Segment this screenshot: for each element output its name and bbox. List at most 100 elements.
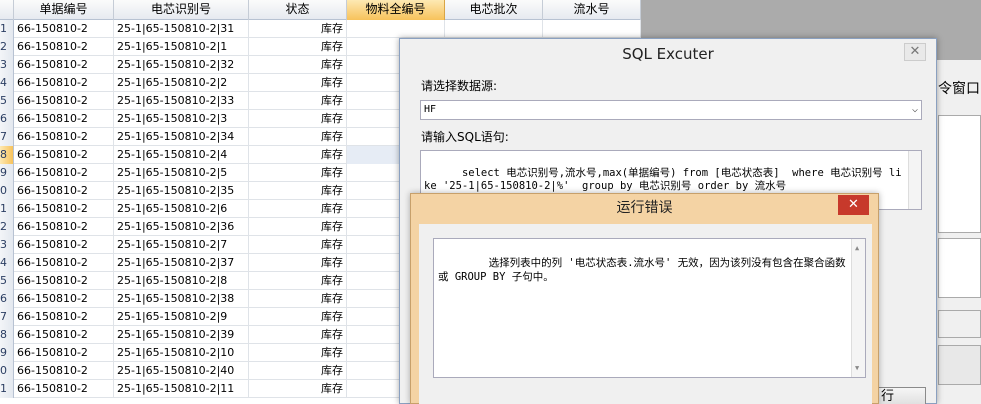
cell-cell-id[interactable]: 25-1|65-150810-2|9 [114,308,249,326]
cell-status[interactable]: 库存 [249,74,347,92]
cell-status[interactable]: 库存 [249,110,347,128]
cell-status[interactable]: 库存 [249,380,347,398]
datasource-select[interactable]: HF ⌵ [420,100,922,120]
cell-cell-id[interactable]: 25-1|65-150810-2|34 [114,128,249,146]
cell-status[interactable]: 库存 [249,38,347,56]
cell-cell-id[interactable]: 25-1|65-150810-2|3 [114,110,249,128]
cell-cell-id[interactable]: 25-1|65-150810-2|38 [114,290,249,308]
table-row[interactable]: 1 66-150810-2 25-1|65-150810-2|31 库存 [0,20,641,38]
cell-cell-id[interactable]: 25-1|65-150810-2|11 [114,380,249,398]
row-number[interactable]: 2 [0,218,14,236]
row-number[interactable]: 3 [0,236,14,254]
cell-cell-id[interactable]: 25-1|65-150810-2|6 [114,200,249,218]
cell-status[interactable]: 库存 [249,20,347,38]
column-header-doc-no[interactable]: 单据编号 [14,0,114,20]
cell-doc-no[interactable]: 66-150810-2 [14,344,114,362]
cell-cell-id[interactable]: 25-1|65-150810-2|8 [114,272,249,290]
cell-status[interactable]: 库存 [249,236,347,254]
background-field[interactable] [938,310,981,338]
cell-status[interactable]: 库存 [249,164,347,182]
cell-cell-id[interactable]: 25-1|65-150810-2|7 [114,236,249,254]
cell-cell-id[interactable]: 25-1|65-150810-2|40 [114,362,249,380]
row-number[interactable]: 1 [0,20,14,38]
cell-doc-no[interactable]: 66-150810-2 [14,326,114,344]
arrow-down-icon[interactable]: ▼ [855,361,859,375]
cell-doc-no[interactable]: 66-150810-2 [14,218,114,236]
cell-status[interactable]: 库存 [249,128,347,146]
cell-cell-id[interactable]: 25-1|65-150810-2|5 [114,164,249,182]
cell-status[interactable]: 库存 [249,326,347,344]
cell-doc-no[interactable]: 66-150810-2 [14,308,114,326]
close-icon[interactable]: ✕ [904,43,926,61]
background-output-box[interactable] [938,115,981,233]
cell-doc-no[interactable]: 66-150810-2 [14,74,114,92]
cell-status[interactable]: 库存 [249,254,347,272]
cell-doc-no[interactable]: 66-150810-2 [14,236,114,254]
cell-serial[interactable] [543,20,641,38]
cell-cell-id[interactable]: 25-1|65-150810-2|4 [114,146,249,164]
cell-status[interactable]: 库存 [249,146,347,164]
column-header-cell-id[interactable]: 电芯识别号 [114,0,249,20]
cell-status[interactable]: 库存 [249,290,347,308]
row-number[interactable]: 2 [0,38,14,56]
cell-doc-no[interactable]: 66-150810-2 [14,164,114,182]
cell-cell-id[interactable]: 25-1|65-150810-2|10 [114,344,249,362]
chevron-down-icon[interactable]: ⌵ [912,101,918,119]
cell-cell-id[interactable]: 25-1|65-150810-2|35 [114,182,249,200]
error-message-box[interactable]: 选择列表中的列 '电芯状态表.流水号' 无效，因为该列没有包含在聚合函数或 GR… [433,238,866,378]
cell-cell-id[interactable]: 25-1|65-150810-2|33 [114,92,249,110]
column-header-serial[interactable]: 流水号 [543,0,641,20]
cell-doc-no[interactable]: 66-150810-2 [14,92,114,110]
row-number[interactable]: 1 [0,200,14,218]
background-input-box[interactable] [938,238,981,298]
row-number[interactable]: 0 [0,362,14,380]
cell-doc-no[interactable]: 66-150810-2 [14,182,114,200]
row-number[interactable]: 3 [0,56,14,74]
cell-status[interactable]: 库存 [249,92,347,110]
run-button[interactable]: 行 [874,387,926,404]
cell-material-no[interactable] [347,20,445,38]
row-number[interactable]: 1 [0,380,14,398]
cell-status[interactable]: 库存 [249,200,347,218]
column-header-status[interactable]: 状态 [249,0,347,20]
cell-doc-no[interactable]: 66-150810-2 [14,362,114,380]
cell-doc-no[interactable]: 66-150810-2 [14,56,114,74]
cell-cell-id[interactable]: 25-1|65-150810-2|36 [114,218,249,236]
row-number[interactable]: 5 [0,272,14,290]
cell-cell-id[interactable]: 25-1|65-150810-2|32 [114,56,249,74]
cell-doc-no[interactable]: 66-150810-2 [14,272,114,290]
column-header-material-no[interactable]: 物料全编号 [347,0,445,20]
cell-cell-id[interactable]: 25-1|65-150810-2|39 [114,326,249,344]
cell-doc-no[interactable]: 66-150810-2 [14,20,114,38]
row-number[interactable]: 7 [0,308,14,326]
cell-status[interactable]: 库存 [249,272,347,290]
cell-status[interactable]: 库存 [249,308,347,326]
cell-cell-id[interactable]: 25-1|65-150810-2|37 [114,254,249,272]
cell-cell-id[interactable]: 25-1|65-150810-2|31 [114,20,249,38]
error-scrollbar[interactable]: ▲ ▼ [851,239,865,377]
row-number[interactable]: 5 [0,92,14,110]
cell-status[interactable]: 库存 [249,182,347,200]
sql-scrollbar[interactable] [908,151,921,209]
cell-batch[interactable] [445,20,543,38]
cell-status[interactable]: 库存 [249,362,347,380]
row-number[interactable]: 4 [0,254,14,272]
cell-doc-no[interactable]: 66-150810-2 [14,380,114,398]
cell-cell-id[interactable]: 25-1|65-150810-2|2 [114,74,249,92]
cell-status[interactable]: 库存 [249,218,347,236]
row-number[interactable]: 9 [0,164,14,182]
error-dialog-titlebar[interactable]: 运行错误 ✕ [411,194,878,223]
row-number[interactable]: 8 [0,326,14,344]
cell-cell-id[interactable]: 25-1|65-150810-2|1 [114,38,249,56]
row-number[interactable]: 8 [0,146,14,164]
close-icon[interactable]: ✕ [838,195,869,215]
row-number[interactable]: 6 [0,110,14,128]
sql-window-titlebar[interactable]: SQL Excuter ✕ [400,39,936,70]
row-number[interactable]: 7 [0,128,14,146]
cell-doc-no[interactable]: 66-150810-2 [14,38,114,56]
cell-status[interactable]: 库存 [249,56,347,74]
cell-doc-no[interactable]: 66-150810-2 [14,254,114,272]
cell-doc-no[interactable]: 66-150810-2 [14,128,114,146]
column-header-batch[interactable]: 电芯批次 [445,0,543,20]
row-number[interactable]: 6 [0,290,14,308]
